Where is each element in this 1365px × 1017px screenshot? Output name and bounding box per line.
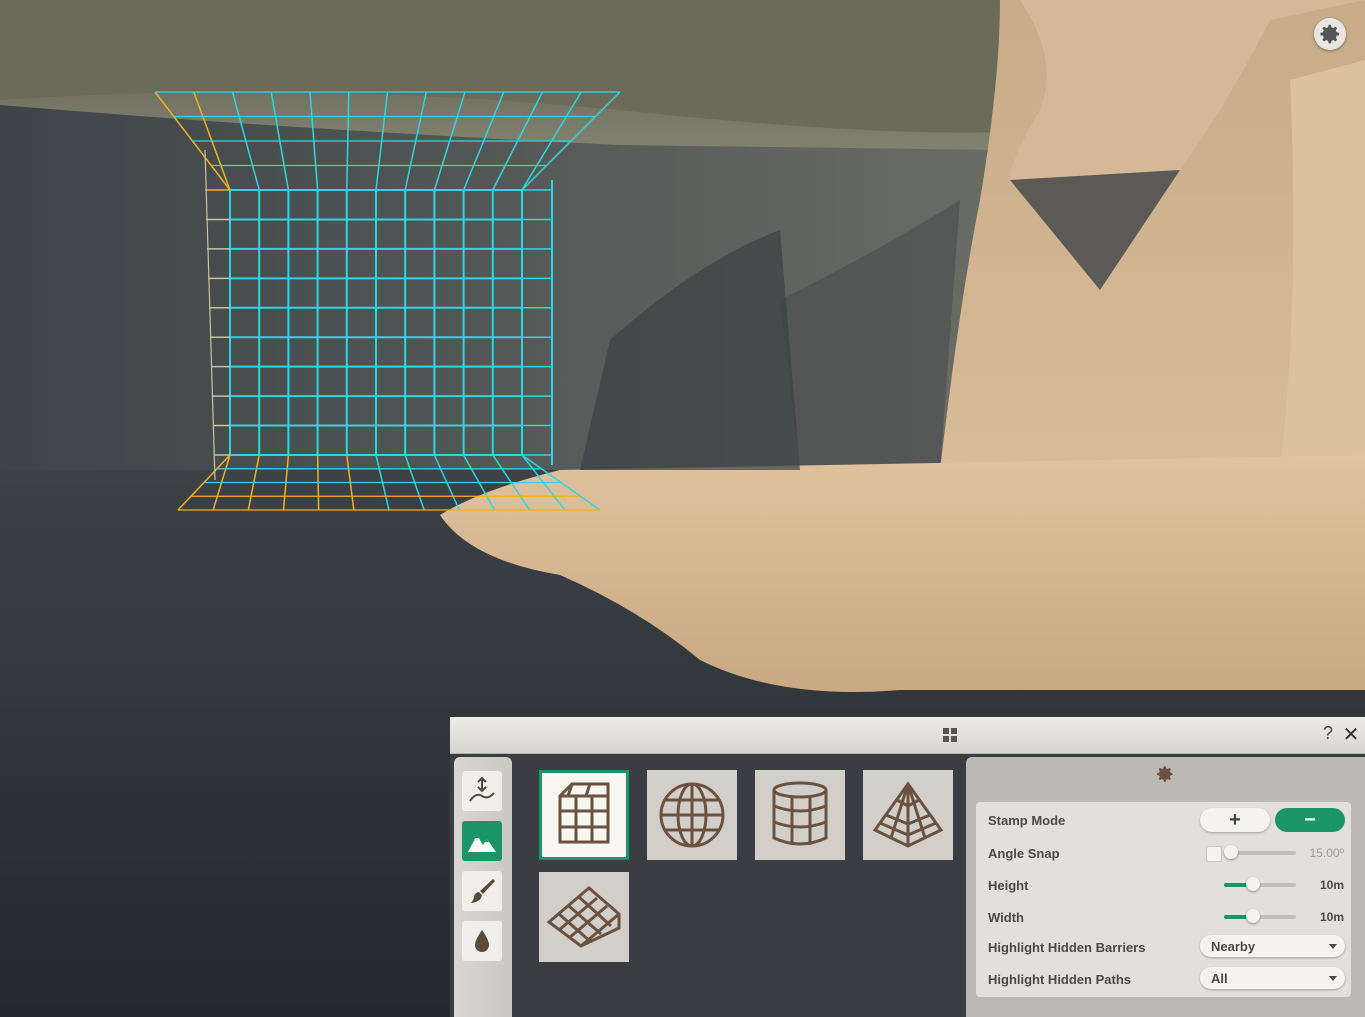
stamp-pyramid[interactable]	[863, 770, 953, 860]
slider-knob[interactable]	[1246, 877, 1260, 891]
sphere-stamp-icon	[659, 782, 725, 848]
highlight-paths-select[interactable]: All	[1200, 967, 1345, 989]
angle-snap-label: Angle Snap	[988, 846, 1060, 861]
angle-snap-slider[interactable]	[1224, 845, 1296, 859]
help-button[interactable]: ?	[1318, 723, 1338, 744]
terrain-stamp-icon	[468, 835, 496, 852]
close-button[interactable]: ✕	[1341, 722, 1361, 747]
width-value: 10m	[1319, 910, 1344, 924]
tool-terrain-stamp[interactable]	[462, 821, 502, 861]
stamp-box[interactable]	[539, 770, 629, 860]
cylinder-stamp-icon	[772, 781, 828, 846]
tool-sidebar	[454, 757, 512, 1017]
row-stamp-mode: Stamp Mode + −	[976, 805, 1351, 835]
chevron-down-icon	[1329, 976, 1337, 981]
width-slider[interactable]	[1224, 909, 1296, 923]
highlight-paths-label: Highlight Hidden Paths	[988, 972, 1131, 987]
select-value: Nearby	[1211, 939, 1256, 954]
highlight-barriers-select[interactable]: Nearby	[1200, 935, 1345, 957]
row-highlight-barriers: Highlight Hidden Barriers Nearby	[976, 932, 1351, 962]
tool-paint[interactable]	[462, 871, 502, 911]
angle-snap-value: 15.00º	[1309, 846, 1344, 860]
width-label: Width	[988, 910, 1024, 925]
gear-icon[interactable]	[1155, 764, 1175, 784]
terrain-tool-panel: ? ✕ Stamp Mode + − Angle Snap 15.00º Hei…	[450, 717, 1365, 1017]
row-highlight-paths: Highlight Hidden Paths All	[976, 964, 1351, 994]
angle-snap-checkbox[interactable]	[1206, 846, 1222, 862]
stamp-options-panel: Stamp Mode + − Angle Snap 15.00º Height …	[966, 757, 1365, 1017]
options-list: Stamp Mode + − Angle Snap 15.00º Height …	[976, 802, 1351, 997]
row-height: Height 10m	[976, 870, 1351, 900]
slider-knob[interactable]	[1224, 845, 1238, 859]
stamp-mode-add-button[interactable]: +	[1200, 808, 1270, 832]
gear-icon	[1320, 24, 1339, 44]
grid-icon[interactable]	[943, 728, 957, 742]
stamp-ramp[interactable]	[539, 872, 629, 962]
box-stamp-icon	[558, 782, 610, 844]
tool-water[interactable]	[462, 921, 502, 961]
pyramid-stamp-icon	[872, 781, 944, 848]
select-value: All	[1211, 971, 1228, 986]
slider-knob[interactable]	[1246, 909, 1260, 923]
panel-header[interactable]: ? ✕	[450, 717, 1365, 754]
height-value: 10m	[1319, 878, 1344, 892]
stamp-mode-subtract-button[interactable]: −	[1275, 808, 1345, 832]
water-drop-icon	[475, 930, 489, 952]
highlight-barriers-label: Highlight Hidden Barriers	[988, 940, 1146, 955]
stamp-sphere[interactable]	[647, 770, 737, 860]
settings-button[interactable]	[1314, 18, 1346, 50]
height-brush-icon	[469, 776, 495, 802]
height-slider[interactable]	[1224, 877, 1296, 891]
ramp-stamp-icon	[546, 886, 621, 948]
stamp-cylinder[interactable]	[755, 770, 845, 860]
row-width: Width 10m	[976, 902, 1351, 932]
row-angle-snap: Angle Snap 15.00º	[976, 838, 1351, 868]
stamp-mode-label: Stamp Mode	[988, 813, 1066, 828]
tool-height-brush[interactable]	[462, 771, 502, 811]
chevron-down-icon	[1329, 944, 1337, 949]
height-label: Height	[988, 878, 1029, 893]
paint-brush-icon	[471, 879, 495, 903]
